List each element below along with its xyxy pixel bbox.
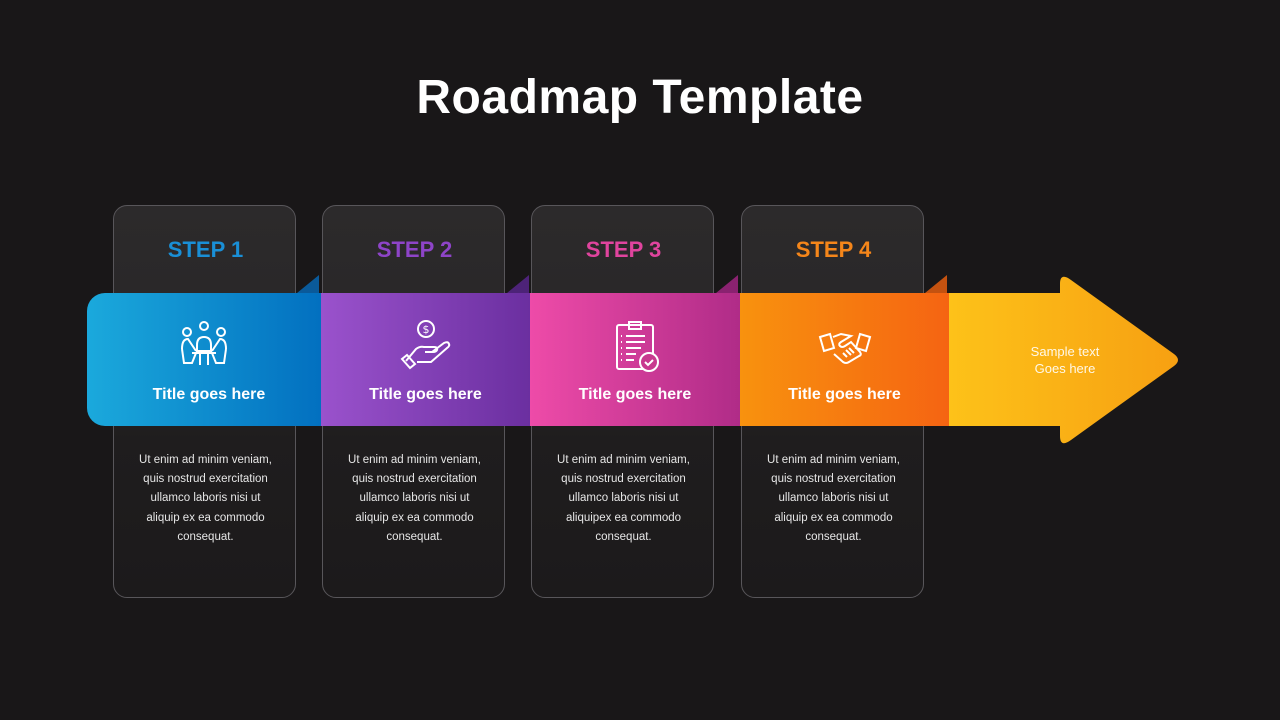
desc-line: consequat. — [177, 530, 234, 543]
handshake-icon — [818, 332, 871, 364]
desc-line: ullamco laboris nisi ut — [568, 492, 679, 505]
step-description-1: Ut enim ad minim veniam, quis nostrud ex… — [113, 451, 298, 547]
step-band-1: Title goes here — [87, 293, 321, 426]
desc-line: Ut enim ad minim veniam, — [767, 454, 900, 466]
step-band-2: $ Title goes here — [321, 293, 530, 426]
desc-line: aliquipex ea commodo — [565, 511, 682, 524]
arrow-text: Sample text Goes here — [985, 343, 1145, 377]
desc-line: aliquip ex ea commodo — [146, 511, 265, 524]
step-description-3: Ut enim ad minim veniam, quis nostrud ex… — [531, 451, 716, 547]
desc-line: ullamco laboris nisi ut — [150, 492, 261, 505]
step-label-3: STEP 3 — [585, 237, 662, 262]
step-label-1: STEP 1 — [167, 237, 244, 262]
fold-shadow-1 — [297, 275, 319, 293]
svg-text:$: $ — [422, 323, 429, 336]
desc-line: Ut enim ad minim veniam, — [348, 454, 481, 466]
step-description-4: Ut enim ad minim veniam, quis nostrud ex… — [741, 451, 926, 547]
desc-line: aliquip ex ea commodo — [355, 511, 474, 524]
desc-line: quis nostrud exercitation — [561, 473, 686, 486]
desc-line: consequat. — [805, 530, 862, 543]
desc-line: quis nostrud exercitation — [352, 473, 477, 486]
clipboard-check-icon — [616, 321, 659, 372]
fold-shadow-2 — [507, 275, 529, 293]
arrow-text-line: Sample text — [1030, 344, 1100, 359]
step-label-4: STEP 4 — [795, 237, 872, 262]
desc-line: ullamco laboris nisi ut — [778, 492, 889, 505]
fold-shadow-4 — [925, 275, 947, 293]
step-band-3: Title goes here — [530, 293, 740, 426]
step-band-4: Title goes here — [740, 293, 949, 426]
step-title-1: Title goes here — [152, 386, 266, 403]
arrow-text-line: Goes here — [1034, 361, 1096, 376]
desc-line: Ut enim ad minim veniam, — [139, 454, 272, 466]
step-description-2: Ut enim ad minim veniam, quis nostrud ex… — [322, 451, 507, 547]
team-meeting-icon — [181, 321, 227, 365]
desc-line: ullamco laboris nisi ut — [359, 492, 470, 505]
desc-line: quis nostrud exercitation — [143, 473, 268, 486]
desc-line: consequat. — [386, 530, 443, 543]
step-title-2: Title goes here — [369, 386, 482, 403]
step-title-3: Title goes here — [578, 386, 692, 403]
money-hand-icon: $ — [400, 320, 450, 370]
desc-line: aliquip ex ea commodo — [774, 511, 893, 524]
fold-shadow-3 — [716, 275, 738, 293]
step-label-2: STEP 2 — [376, 237, 453, 262]
desc-line: quis nostrud exercitation — [771, 473, 896, 486]
step-title-4: Title goes here — [788, 386, 901, 403]
page-title: Roadmap Template — [416, 71, 864, 124]
desc-line: consequat. — [595, 530, 652, 543]
desc-line: Ut enim ad minim veniam, — [557, 454, 690, 466]
